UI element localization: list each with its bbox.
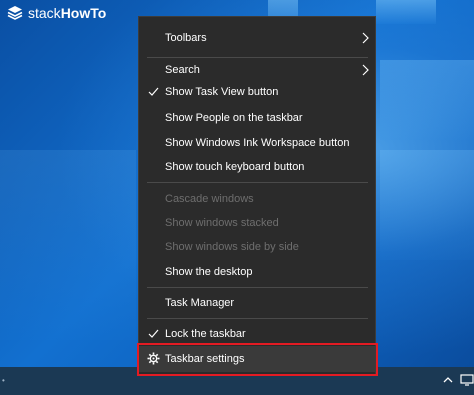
wallpaper-light-pane	[380, 60, 474, 140]
menu-item-label: Show Windows Ink Workspace button	[165, 137, 350, 149]
menu-item-show-windows-stacked: Show windows stacked	[139, 210, 375, 236]
menu-item-label: Task Manager	[165, 297, 235, 309]
menu-item-label: Cascade windows	[165, 193, 254, 205]
chevron-right-icon	[362, 32, 369, 44]
menu-item-show-people-on-taskbar[interactable]: Show People on the taskbar	[139, 105, 375, 131]
menu-item-label: Show the desktop	[165, 266, 253, 278]
checkmark-icon	[148, 87, 159, 96]
menu-item-label: Show touch keyboard button	[165, 161, 305, 173]
network-icon[interactable]	[460, 373, 474, 387]
menu-item-label: Show windows side by side	[165, 241, 299, 253]
taskbar-context-menu: Toolbars Search Show Task View button Sh…	[138, 16, 376, 376]
menu-item-task-manager[interactable]: Task Manager	[139, 290, 375, 316]
menu-item-label: Toolbars	[165, 32, 207, 44]
taskbar-edge-mark: •	[2, 376, 5, 385]
logo-text-bold: HowTo	[60, 5, 107, 21]
wallpaper-light-pane	[376, 0, 436, 24]
menu-item-toolbars[interactable]: Toolbars	[139, 25, 375, 51]
menu-separator	[147, 182, 368, 183]
menu-item-label: Show Task View button	[165, 86, 279, 98]
menu-separator	[147, 318, 368, 319]
menu-item-show-task-view-button[interactable]: Show Task View button	[139, 79, 375, 105]
wallpaper-light-pane	[0, 150, 136, 340]
stackhowto-logo: stackHowTo	[6, 3, 106, 23]
menu-item-show-windows-side-by-side: Show windows side by side	[139, 234, 375, 260]
highlight-outline	[137, 343, 378, 376]
menu-item-show-windows-ink-workspace-button[interactable]: Show Windows Ink Workspace button	[139, 130, 375, 156]
logo-text: stackHowTo	[28, 5, 106, 21]
menu-item-label: Show People on the taskbar	[165, 112, 303, 124]
chevron-right-icon	[362, 64, 369, 76]
menu-item-show-touch-keyboard-button[interactable]: Show touch keyboard button	[139, 154, 375, 180]
logo-text-light: stack	[28, 5, 61, 21]
menu-item-cascade-windows: Cascade windows	[139, 186, 375, 212]
menu-item-label: Show windows stacked	[165, 217, 279, 229]
menu-separator	[147, 287, 368, 288]
wallpaper-light-pane	[380, 150, 474, 260]
layers-icon	[7, 6, 23, 20]
menu-item-show-the-desktop[interactable]: Show the desktop	[139, 259, 375, 285]
chevron-up-icon[interactable]	[442, 374, 454, 386]
checkmark-icon	[148, 329, 159, 338]
